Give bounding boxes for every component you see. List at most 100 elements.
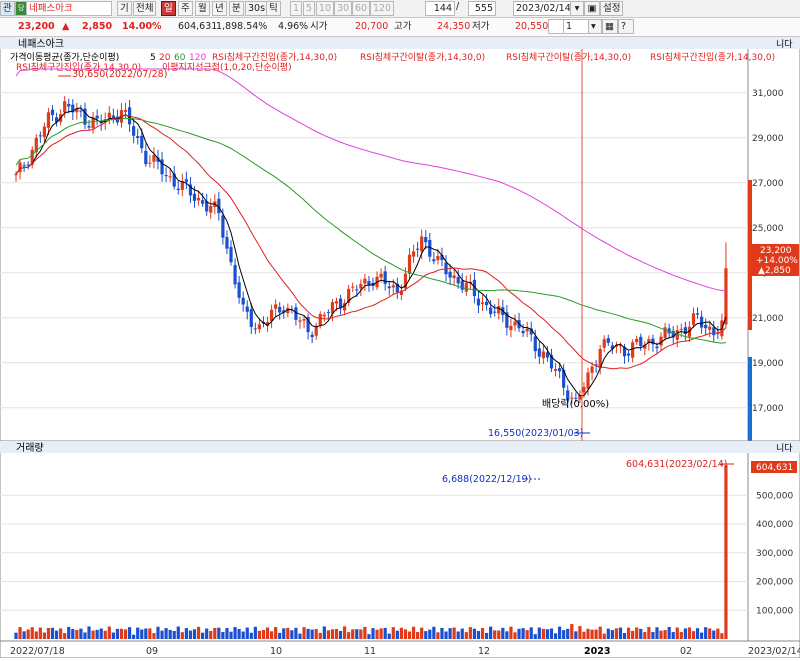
volume-bar <box>614 628 619 639</box>
count-shown-field[interactable]: 144 <box>425 1 455 16</box>
help-icon[interactable]: ? <box>618 19 634 34</box>
volume-bar <box>164 628 168 639</box>
candle-body <box>351 286 355 288</box>
price-panel-corner[interactable]: 니다 <box>776 39 793 50</box>
volume-bar <box>675 627 679 639</box>
period-button-month[interactable]: 월 <box>195 1 210 16</box>
volume-bar <box>704 627 708 639</box>
period-button-year[interactable]: 년 <box>212 1 227 16</box>
candle-body <box>196 197 201 201</box>
volume-bar <box>708 628 712 639</box>
volume-bar <box>75 630 79 639</box>
volume-bar <box>67 626 71 639</box>
volume-bar <box>54 630 59 639</box>
volume-bar <box>180 632 184 639</box>
volume-bar <box>606 628 610 639</box>
volume-bar <box>566 628 570 639</box>
candle-body <box>363 278 367 284</box>
candle-body <box>387 286 391 289</box>
volume-bar <box>363 626 367 639</box>
volume-bar <box>529 627 533 639</box>
candle-body <box>602 339 606 348</box>
interval-1[interactable]: 1 <box>290 1 303 16</box>
candle-body <box>326 312 330 314</box>
volume-bar <box>274 627 278 639</box>
date-field[interactable]: 2023/02/14 <box>513 1 573 16</box>
interval-120[interactable]: 120 <box>370 1 395 16</box>
volume-bar <box>83 632 87 639</box>
stock-badge[interactable]: 관 <box>0 1 15 16</box>
volume-y-tick-label: 500,000 <box>756 491 793 501</box>
price-y-tick-label: 27,000 <box>752 179 784 189</box>
candle-body <box>464 283 468 292</box>
grid-icon[interactable]: ▦ <box>602 19 618 34</box>
price-change: 2,850 <box>82 21 113 32</box>
volume-bar <box>371 628 375 639</box>
period-button-all[interactable]: 전체 <box>133 1 157 16</box>
date-dropdown-icon[interactable]: ▾ <box>570 1 584 16</box>
settings-button[interactable]: 설정 <box>600 1 624 16</box>
volume-bar <box>525 630 529 639</box>
candle-body <box>416 248 420 250</box>
volume-bar <box>71 629 75 639</box>
period-button-30s[interactable]: 30s <box>245 1 269 16</box>
volume-bar <box>464 632 468 639</box>
volume-bar <box>225 628 229 639</box>
volume-panel-corner[interactable]: 니다 <box>776 443 793 454</box>
interval-60[interactable]: 60 <box>352 1 371 16</box>
volume-bar <box>549 628 554 639</box>
high-value: 24,350 <box>437 21 471 32</box>
volume-bar <box>505 631 509 639</box>
high-label: 고가 <box>394 21 412 32</box>
volume-bar <box>724 465 728 639</box>
candle-body <box>383 271 387 285</box>
candle-body <box>513 321 517 326</box>
candle-body <box>14 174 18 176</box>
save-icon[interactable]: ▣ <box>584 1 600 16</box>
interval-30[interactable]: 30 <box>334 1 353 16</box>
x-axis-label: 2022/07/18 <box>10 646 65 657</box>
period-button-tick[interactable]: 틱 <box>266 1 281 16</box>
volume-bar <box>379 628 383 639</box>
period-button-week[interactable]: 주 <box>178 1 193 16</box>
volume-bar <box>233 627 237 639</box>
volume-bar <box>359 629 363 639</box>
interval-10[interactable]: 10 <box>316 1 335 16</box>
volume-bar <box>330 629 335 639</box>
stock-chart[interactable]: 네패스아크 니다 가격이동평균(종가,단순이평) 5 20 60 120 RSI… <box>0 36 800 659</box>
stock-name-field[interactable]: 네패스아크 <box>26 1 112 16</box>
legend-ma60: 60 <box>174 53 186 63</box>
volume-bar <box>497 630 501 639</box>
volume-bar <box>132 634 136 639</box>
candle-body <box>700 316 704 328</box>
x-axis-label: 11 <box>364 646 376 657</box>
candle-body <box>152 154 156 162</box>
quantity-dropdown-icon[interactable]: ▾ <box>588 19 602 34</box>
volume-bar <box>269 631 274 639</box>
checkbox[interactable] <box>548 19 564 34</box>
candle-body <box>140 135 144 149</box>
candle-body <box>176 188 180 191</box>
candle-body <box>724 268 728 325</box>
candle-body <box>586 372 590 389</box>
volume-bar <box>468 627 472 639</box>
volume-y-tick-label: 100,000 <box>756 606 793 616</box>
candle-body <box>253 328 257 330</box>
period-button-minute[interactable]: 분 <box>229 1 244 16</box>
interval-5[interactable]: 5 <box>303 1 316 16</box>
turnover-pct: 4.96% <box>278 21 309 32</box>
candle-body <box>274 304 278 309</box>
volume-bar <box>695 628 700 639</box>
quantity-field[interactable]: 1 <box>563 19 591 34</box>
period-button-day[interactable]: 일 <box>161 1 176 16</box>
volume-bar <box>119 628 124 639</box>
candle-body <box>91 118 95 129</box>
volume-bar <box>631 630 635 639</box>
change-tag-2: ▲2,850 <box>758 266 791 276</box>
period-button-basic[interactable]: 기 <box>117 1 132 16</box>
open-value: 20,700 <box>355 21 389 32</box>
volume-bar <box>229 631 233 639</box>
volume-bar <box>140 629 144 639</box>
volume-bar <box>411 626 416 639</box>
candle-body <box>590 366 594 373</box>
